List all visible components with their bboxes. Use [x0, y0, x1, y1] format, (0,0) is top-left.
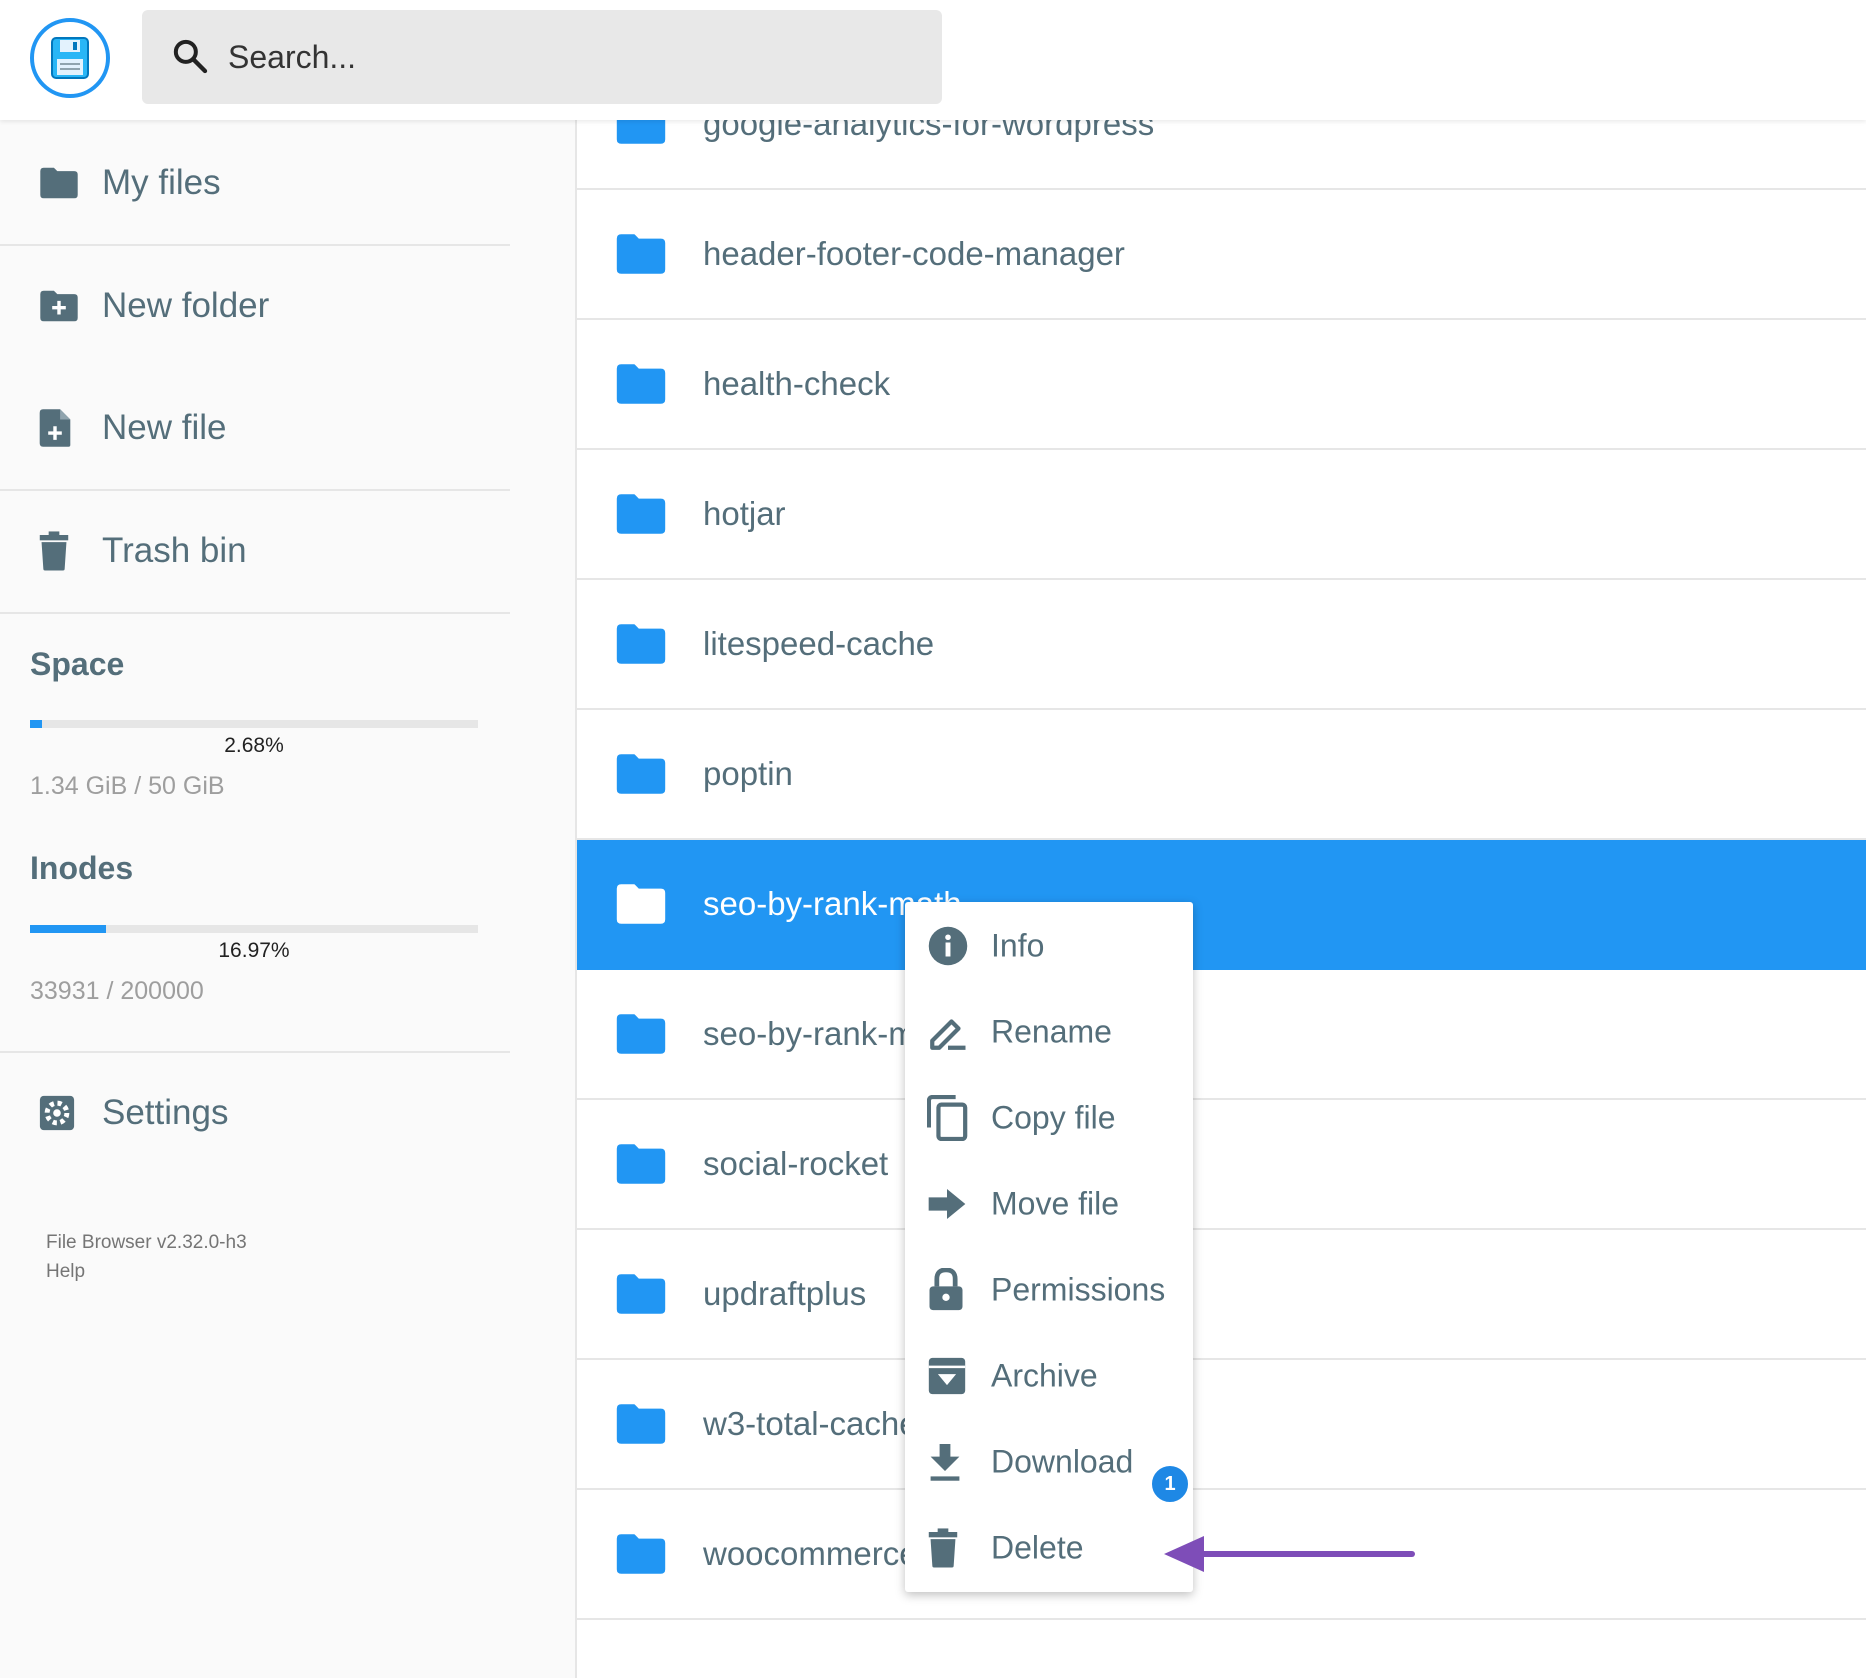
sidebar-item-my-files[interactable]: My files — [0, 133, 510, 233]
file-row[interactable]: social-rocket — [577, 1100, 1866, 1230]
folder-icon — [616, 1534, 666, 1574]
inodes-title: Inodes — [30, 850, 134, 886]
menu-item-label: Permissions — [991, 1271, 1166, 1308]
help-link[interactable]: Help — [46, 1257, 85, 1286]
delete-icon — [928, 1528, 958, 1568]
lock-icon — [929, 1268, 963, 1311]
file-row[interactable]: header-footer-code-manager — [577, 190, 1866, 320]
info-icon — [928, 926, 968, 966]
menu-item-copy-file[interactable]: Copy file — [905, 1075, 1193, 1161]
file-name: health-check — [703, 365, 891, 402]
file-row[interactable]: seo-by-rank-math-pro — [577, 970, 1866, 1100]
file-name: poptin — [703, 755, 793, 792]
top-bar: Search... — [0, 0, 1866, 120]
inodes-progress-bar — [30, 925, 478, 933]
file-row[interactable]: seo-by-rank-math — [577, 840, 1866, 970]
file-row[interactable]: updraftplus — [577, 1230, 1866, 1360]
sidebar-item-new-file[interactable]: New file — [0, 378, 510, 478]
folder-icon — [616, 624, 666, 664]
divider — [0, 1051, 510, 1053]
annotation-arrow-icon — [1164, 1536, 1415, 1572]
trash-icon — [39, 531, 69, 571]
step-badge: 1 — [1149, 1463, 1191, 1505]
menu-item-rename[interactable]: Rename — [905, 989, 1193, 1075]
menu-item-label: Copy file — [991, 1099, 1116, 1136]
menu-item-label: Rename — [991, 1013, 1112, 1050]
settings-icon — [39, 1095, 75, 1131]
inodes-progress-fill — [30, 925, 107, 933]
folder-icon — [616, 364, 666, 404]
space-progress-bar — [30, 720, 478, 728]
app-logo[interactable] — [30, 18, 110, 98]
file-name: social-rocket — [703, 1145, 889, 1182]
folder-icon — [40, 167, 78, 199]
space-title: Space — [30, 646, 125, 682]
file-name: hotjar — [703, 495, 786, 532]
divider — [0, 612, 510, 614]
sidebar-item-label: My files — [102, 163, 221, 202]
menu-item-label: Archive — [991, 1357, 1098, 1394]
folder-icon — [616, 1014, 666, 1054]
sidebar: My files New folder New file Trash bin S… — [0, 120, 575, 1678]
inodes-percent: 16.97% — [218, 939, 290, 962]
sidebar-item-settings[interactable]: Settings — [0, 1063, 510, 1163]
file-row[interactable]: health-check — [577, 320, 1866, 450]
sidebar-item-trash-bin[interactable]: Trash bin — [0, 501, 510, 601]
new-folder-icon — [40, 290, 78, 322]
folder-icon — [616, 494, 666, 534]
file-name: w3-total-cache — [703, 1405, 918, 1442]
menu-item-label: Download — [991, 1443, 1134, 1480]
folder-icon — [616, 120, 666, 144]
menu-item-info[interactable]: Info — [905, 903, 1193, 989]
rename-icon — [930, 1019, 966, 1050]
inodes-usage: 33931 / 200000 — [30, 977, 204, 1005]
file-row[interactable]: w3-total-cache — [577, 1360, 1866, 1490]
file-row[interactable]: poptin — [577, 710, 1866, 840]
folder-icon — [616, 754, 666, 794]
search-icon — [173, 39, 208, 74]
app-version: File Browser v2.32.0-h3 — [46, 1232, 247, 1253]
folder-icon — [616, 1404, 666, 1444]
space-usage: 1.34 GiB / 50 GiB — [30, 772, 225, 800]
menu-item-label: Info — [991, 927, 1045, 964]
sidebar-item-label: New folder — [102, 286, 270, 325]
menu-item-delete[interactable]: Delete — [905, 1505, 1193, 1591]
search-bar[interactable]: Search... — [142, 10, 942, 104]
sidebar-item-label: Settings — [102, 1093, 229, 1132]
sidebar-item-label: Trash bin — [102, 531, 247, 570]
move-icon — [928, 1189, 966, 1219]
archive-icon — [928, 1357, 966, 1395]
folder-icon — [616, 884, 666, 924]
file-name: litespeed-cache — [703, 625, 935, 662]
menu-item-permissions[interactable]: Permissions — [905, 1247, 1193, 1333]
file-name: updraftplus — [703, 1275, 867, 1312]
divider — [0, 244, 510, 246]
file-list: google-analytics-for-wordpress header-foo… — [575, 120, 1866, 1678]
file-row[interactable]: hotjar — [577, 450, 1866, 580]
sidebar-item-label: New file — [102, 408, 227, 447]
file-name: woocommerce — [703, 1535, 918, 1572]
file-name: header-footer-code-manager — [703, 235, 1125, 272]
folder-icon — [616, 234, 666, 274]
file-row[interactable]: google-analytics-for-wordpress — [577, 120, 1866, 190]
menu-item-move-file[interactable]: Move file — [905, 1161, 1193, 1247]
copy-icon — [927, 1095, 968, 1141]
new-file-icon — [39, 409, 71, 447]
menu-item-label: Move file — [991, 1185, 1120, 1222]
file-row[interactable]: litespeed-cache — [577, 580, 1866, 710]
folder-icon — [616, 1274, 666, 1314]
menu-item-label: Delete — [991, 1529, 1084, 1566]
space-percent: 2.68% — [224, 734, 284, 757]
search-input[interactable]: Search... — [228, 10, 356, 104]
menu-item-archive[interactable]: Archive — [905, 1333, 1193, 1419]
sidebar-item-new-folder[interactable]: New folder — [0, 256, 510, 356]
folder-icon — [616, 1144, 666, 1184]
space-progress-fill — [30, 720, 42, 728]
download-icon — [930, 1444, 960, 1481]
floppy-disk-icon — [51, 37, 89, 79]
file-name: google-analytics-for-wordpress — [703, 120, 1155, 142]
divider — [0, 489, 510, 491]
